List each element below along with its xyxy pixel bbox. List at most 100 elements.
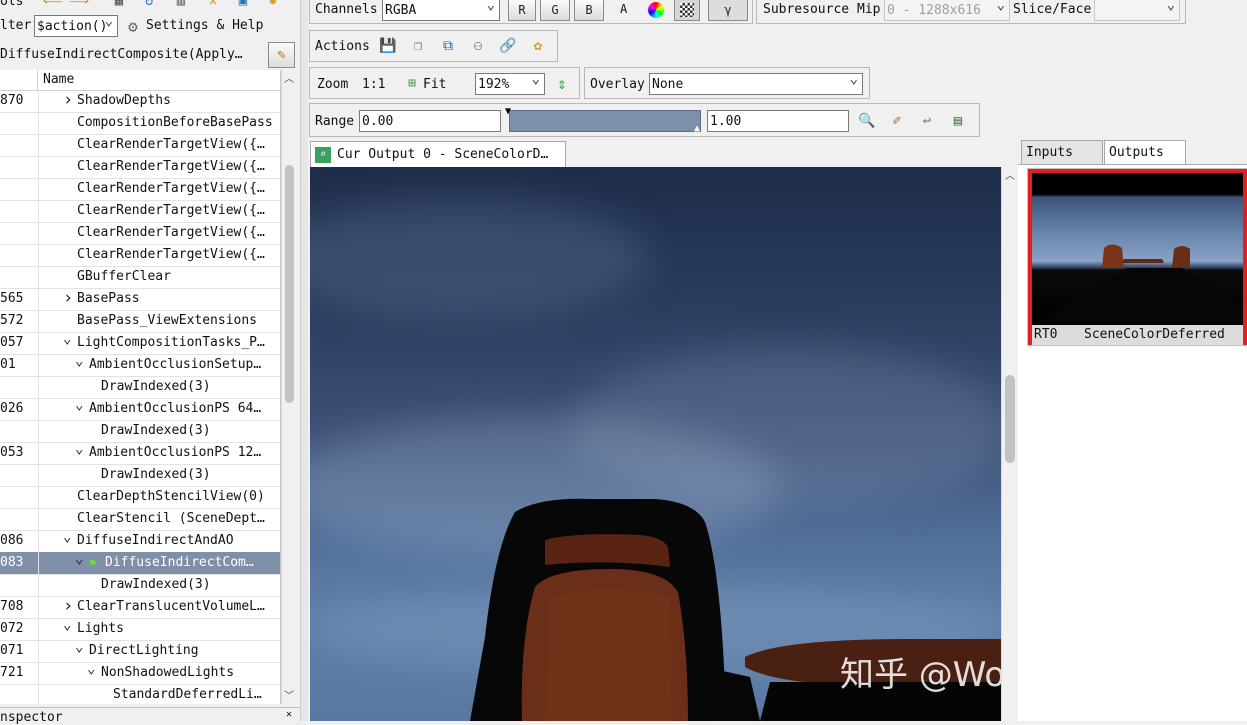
range-max-input[interactable]: 1.00 bbox=[707, 110, 849, 132]
color-wheel-icon[interactable] bbox=[646, 0, 666, 20]
panel-splitter[interactable] bbox=[300, 0, 308, 721]
puzzle-icon[interactable]: ✿ bbox=[529, 37, 547, 55]
gamma-button[interactable]: γ bbox=[708, 0, 748, 21]
chevron-down-icon[interactable]: ⌄ bbox=[63, 614, 71, 636]
link-icon[interactable]: 🔗 bbox=[499, 37, 517, 55]
column-name-header[interactable]: Name bbox=[43, 72, 74, 87]
zoom-range-icon[interactable]: 🔍 bbox=[857, 111, 877, 131]
range-max-handle[interactable]: ▲ bbox=[694, 123, 700, 134]
channel-g-label: G bbox=[551, 3, 559, 17]
tree-row[interactable]: 057 ⌄ LightCompositionTasks_P… bbox=[0, 331, 280, 355]
range-min-input[interactable]: 0.00 bbox=[359, 110, 501, 132]
tree-row[interactable]: 086 ⌄ DiffuseIndirectAndAO bbox=[0, 529, 280, 553]
tree-row[interactable]: StandardDeferredLi… bbox=[0, 684, 280, 704]
range-slider[interactable]: ▼ ▲ bbox=[505, 106, 701, 134]
viewport-scrollbar[interactable]: ︿ bbox=[1001, 167, 1018, 721]
tree-row[interactable]: ClearRenderTargetView({… bbox=[0, 200, 280, 223]
tree-row[interactable]: 053 ⌄ AmbientOcclusionPS 12… bbox=[0, 441, 280, 465]
star-icon[interactable]: ✸ bbox=[264, 0, 282, 9]
tree-row[interactable]: GBufferClear bbox=[0, 266, 280, 289]
view-source-icon[interactable]: ⧉ bbox=[439, 37, 457, 55]
tree-row[interactable]: 01 ⌄ AmbientOcclusionSetup… bbox=[0, 353, 280, 377]
tree-row[interactable]: ClearRenderTargetView({… bbox=[0, 222, 280, 245]
export-icon[interactable]: ▣ bbox=[234, 0, 252, 9]
chevron-down-icon[interactable]: ⌄ bbox=[87, 658, 95, 680]
tree-row[interactable]: 721 ⌄ NonShadowedLights bbox=[0, 661, 280, 685]
tree-row[interactable]: 870 › ShadowDepths bbox=[0, 89, 280, 113]
settings-help-link[interactable]: Settings & Help bbox=[146, 18, 263, 33]
fit-icon[interactable]: ⊞ bbox=[403, 74, 421, 92]
fit-button[interactable]: Fit bbox=[423, 77, 446, 92]
channel-a-toggle[interactable]: A bbox=[620, 2, 627, 16]
event-tree[interactable]: Name 870 › ShadowDepths CompositionBeforeBa… bbox=[0, 70, 281, 704]
chevron-down-icon[interactable]: ⌄ bbox=[75, 394, 83, 416]
filter-select[interactable]: $action() bbox=[34, 15, 118, 37]
channel-b-button[interactable]: B bbox=[574, 0, 604, 21]
chevron-right-icon[interactable]: › bbox=[63, 89, 73, 111]
tree-scrollbar[interactable]: ︿ ﹀ bbox=[281, 70, 297, 704]
tree-row[interactable]: CompositionBeforeBasePass bbox=[0, 112, 280, 135]
column-eid-header[interactable] bbox=[0, 70, 38, 90]
output-thumbnail[interactable]: RT0 SceneColorDeferred bbox=[1028, 169, 1247, 345]
tree-row[interactable]: ClearRenderTargetView({… bbox=[0, 244, 280, 267]
tree-row[interactable]: 083 ⌄ ⚑ DiffuseIndirectCom… bbox=[0, 551, 280, 575]
channel-g-button[interactable]: G bbox=[540, 0, 570, 21]
viewer-tab-cur-output[interactable]: ⌕ Cur Output 0 - SceneColorD… bbox=[310, 141, 566, 167]
flip-vertical-icon[interactable]: ⇕ bbox=[553, 73, 571, 93]
scroll-down-icon[interactable]: ﹀ bbox=[284, 687, 294, 702]
chevron-right-icon[interactable]: › bbox=[63, 287, 73, 309]
refresh-icon[interactable]: ↻ bbox=[140, 0, 158, 9]
range-min-handle[interactable]: ▼ bbox=[505, 106, 511, 117]
tree-row[interactable]: ClearRenderTargetView({… bbox=[0, 156, 280, 179]
tree-row[interactable]: 572 BasePass_ViewExtensions bbox=[0, 310, 280, 333]
mip-select[interactable]: 0 - 1288x616 bbox=[884, 0, 1010, 21]
tree-row[interactable]: DrawIndexed(3) bbox=[0, 420, 280, 443]
tree-row[interactable]: 072 ⌄ Lights bbox=[0, 617, 280, 641]
reset-range-icon[interactable]: ↩ bbox=[917, 111, 937, 131]
chevron-down-icon[interactable]: ⌄ bbox=[75, 636, 83, 658]
tab-inputs[interactable]: Inputs bbox=[1021, 140, 1103, 164]
gear-icon[interactable]: ⚙ bbox=[124, 16, 142, 36]
tree-row[interactable]: 565 › BasePass bbox=[0, 287, 280, 311]
binoculars-icon[interactable]: ⚇ bbox=[469, 37, 487, 55]
chevron-down-icon[interactable]: ⌄ bbox=[63, 328, 71, 350]
copy-icon[interactable]: ❐ bbox=[409, 37, 427, 55]
panel-close-icon[interactable]: ✕ bbox=[282, 708, 296, 720]
chevron-down-icon[interactable]: ⌄ bbox=[75, 350, 83, 372]
chevron-down-icon[interactable]: ⌄ bbox=[63, 526, 71, 548]
bookmark-icon[interactable]: ✕ bbox=[204, 0, 222, 9]
zoom-select[interactable]: 192% bbox=[475, 73, 545, 95]
histogram-icon[interactable]: ▤ bbox=[948, 111, 968, 131]
tree-row[interactable]: 026 ⌄ AmbientOcclusionPS 64… bbox=[0, 397, 280, 421]
tree-row[interactable]: ClearDepthStencilView(0) bbox=[0, 486, 280, 509]
channels-select[interactable]: RGBA bbox=[382, 0, 500, 21]
bars-icon[interactable]: ▥ bbox=[172, 0, 190, 9]
slice-face-select[interactable] bbox=[1094, 0, 1180, 21]
texture-viewport[interactable]: 知乎 @Wonderful笔记 bbox=[310, 167, 1001, 721]
viewport-scroll-up-icon[interactable]: ︿ bbox=[1005, 167, 1015, 182]
back-arrow-icon[interactable]: ⟸ bbox=[43, 0, 63, 9]
overlay-select[interactable]: None bbox=[649, 73, 863, 95]
scroll-up-icon[interactable]: ︿ bbox=[284, 70, 294, 85]
tab-outputs[interactable]: Outputs bbox=[1104, 140, 1186, 164]
tree-row[interactable]: DrawIndexed(3) bbox=[0, 376, 280, 399]
tree-row[interactable]: 071 ⌄ DirectLighting bbox=[0, 639, 280, 663]
tree-row[interactable]: DrawIndexed(3) bbox=[0, 574, 280, 597]
tree-row[interactable]: ClearStencil (SceneDept… bbox=[0, 508, 280, 531]
checkerboard-button[interactable] bbox=[674, 0, 700, 21]
save-texture-icon[interactable]: 💾 bbox=[379, 37, 397, 55]
timeline-icon[interactable]: ▦ bbox=[110, 0, 128, 9]
auto-fit-wand-icon[interactable]: ✐ bbox=[887, 111, 907, 131]
chevron-down-icon[interactable]: ⌄ bbox=[75, 548, 83, 570]
tree-row[interactable]: 708 › ClearTranslucentVolumeL… bbox=[0, 596, 280, 619]
edit-marker-button[interactable]: ✎ bbox=[268, 42, 295, 68]
viewport-scroll-thumb[interactable] bbox=[1005, 375, 1015, 463]
chevron-down-icon[interactable]: ⌄ bbox=[75, 438, 83, 460]
tree-scroll-thumb[interactable] bbox=[285, 165, 294, 403]
tree-row[interactable]: ClearRenderTargetView({… bbox=[0, 134, 280, 157]
channel-r-button[interactable]: R bbox=[508, 0, 536, 21]
tree-row[interactable]: DrawIndexed(3) bbox=[0, 464, 280, 487]
tree-row[interactable]: ClearRenderTargetView({… bbox=[0, 178, 280, 201]
zoom-1to1-button[interactable]: 1:1 bbox=[362, 77, 385, 92]
forward-arrow-icon[interactable]: ⟹ bbox=[69, 0, 89, 9]
